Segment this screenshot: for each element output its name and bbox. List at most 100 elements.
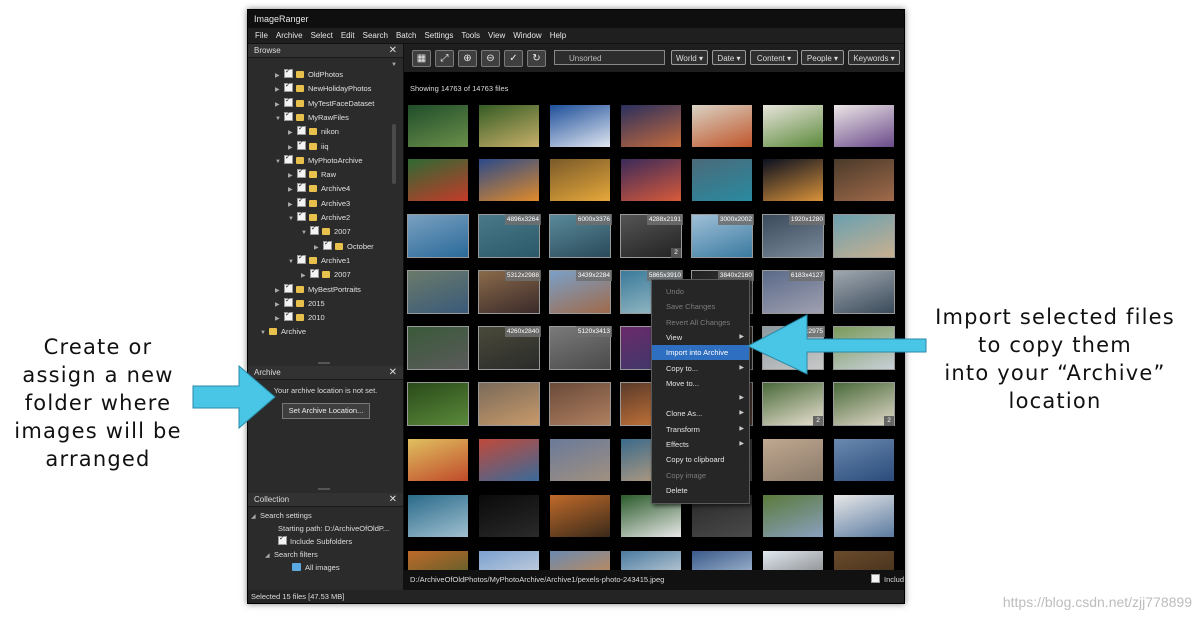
context-menu-item[interactable]: View ▶ xyxy=(652,330,749,345)
grid-view-icon[interactable]: ▦ xyxy=(412,50,431,67)
context-menu-item[interactable]: Move to... xyxy=(652,376,749,391)
checkbox[interactable] xyxy=(871,574,880,583)
refresh-icon[interactable]: ↻ xyxy=(527,50,546,67)
tree-folder-item[interactable]: ▼ Archive xyxy=(260,325,306,339)
tree-folder-item[interactable]: ▼ MyRawFiles xyxy=(275,110,349,126)
thumbnail[interactable]: 6000x3376 xyxy=(546,210,616,262)
thumbnail[interactable] xyxy=(759,434,829,486)
checkbox[interactable] xyxy=(297,139,306,150)
checkbox[interactable] xyxy=(297,181,306,193)
scroll-up-icon[interactable]: ▼ xyxy=(391,62,397,68)
thumbnail[interactable] xyxy=(830,266,900,318)
expand-icon[interactable]: ▶ xyxy=(288,126,297,140)
tree-folder-item[interactable]: ▶ 2007 xyxy=(301,267,351,283)
filter-people-button[interactable]: People ▾ xyxy=(801,50,844,65)
expand-icon[interactable]: ◢ xyxy=(265,550,274,562)
close-icon[interactable]: ✕ xyxy=(389,366,397,380)
include-subfolders-option[interactable]: Include Subfolders xyxy=(278,534,352,548)
thumbnail[interactable] xyxy=(404,434,474,486)
thumbnail[interactable] xyxy=(475,100,545,152)
thumbnail[interactable] xyxy=(759,100,829,152)
tree-folder-item[interactable]: ▶ Archive4 xyxy=(288,181,350,196)
expand-icon[interactable]: ▶ xyxy=(275,98,284,112)
thumbnail[interactable] xyxy=(830,210,900,262)
menu-archive[interactable]: Archive xyxy=(272,28,307,43)
search-filters-node[interactable]: ◢ Search filters xyxy=(265,549,318,562)
tree-folder-item[interactable]: ▶ NewHolidayPhotos xyxy=(275,81,371,96)
expand-icon[interactable]: ▶ xyxy=(275,298,284,312)
thumbnail[interactable] xyxy=(546,154,616,206)
checkbox[interactable] xyxy=(297,124,306,136)
checkbox[interactable] xyxy=(323,239,332,250)
context-menu-item[interactable]: Copy to clipboard xyxy=(652,452,749,467)
thumbnail[interactable] xyxy=(688,100,758,152)
sort-select[interactable]: Unsorted xyxy=(554,50,665,65)
collapse-icon[interactable]: ▼ xyxy=(275,112,284,126)
tree-scrollbar[interactable] xyxy=(392,124,396,184)
menu-settings[interactable]: Settings xyxy=(420,28,457,43)
zoom-out-icon[interactable]: ⊖ xyxy=(481,50,500,67)
filter-content-button[interactable]: Content ▾ xyxy=(750,50,798,65)
thumbnail[interactable] xyxy=(830,490,900,542)
checkbox[interactable] xyxy=(284,153,293,164)
tree-folder-item[interactable]: ▼ MyPhotoArchive xyxy=(275,153,363,168)
expand-icon[interactable]: ▶ xyxy=(275,284,284,298)
close-icon[interactable]: ✕ xyxy=(389,44,397,58)
checkbox[interactable] xyxy=(284,282,293,293)
filter-date-button[interactable]: Date ▾ xyxy=(712,50,746,65)
expand-icon[interactable]: ▶ xyxy=(301,269,310,283)
thumbnail[interactable]: 3000x2002 xyxy=(688,210,758,262)
tree-folder-item[interactable]: ▶iiq xyxy=(288,139,329,154)
thumbnail[interactable]: 4288x2191 2 xyxy=(617,210,687,262)
close-icon[interactable]: ✕ xyxy=(389,493,397,507)
context-menu-item[interactable]: Transform ▶ xyxy=(652,422,749,437)
checkbox[interactable] xyxy=(278,534,287,545)
tree-folder-item[interactable]: ▶ nikon xyxy=(288,124,339,140)
thumbnail[interactable] xyxy=(404,154,474,206)
include-toggle[interactable]: Include xyxy=(871,570,904,590)
checkbox[interactable] xyxy=(284,310,293,322)
checkbox[interactable] xyxy=(297,167,306,179)
thumbnail[interactable]: 5312x2988 xyxy=(475,266,545,318)
thumbnail[interactable] xyxy=(404,210,474,262)
thumbnail[interactable]: 2 xyxy=(830,378,900,430)
menu-edit[interactable]: Edit xyxy=(337,28,359,43)
panel-splitter[interactable] xyxy=(318,488,330,490)
tree-folder-item[interactable]: ▶ Archive3 xyxy=(288,196,350,211)
menu-view[interactable]: View xyxy=(484,28,509,43)
checkbox[interactable] xyxy=(297,210,306,221)
tree-folder-item[interactable]: ▶ MyBestPortraits xyxy=(275,282,361,298)
menu-batch[interactable]: Batch xyxy=(392,28,420,43)
context-menu-item[interactable]: Copy to... ▶ xyxy=(652,361,749,376)
thumbnail[interactable] xyxy=(546,100,616,152)
collapse-icon[interactable]: ▼ xyxy=(288,255,297,269)
context-menu-item[interactable]: Clone As... ▶ xyxy=(652,406,749,421)
checkbox[interactable] xyxy=(310,267,319,279)
checkbox[interactable] xyxy=(297,253,306,264)
thumbnail[interactable]: 6183x4127 xyxy=(759,266,829,318)
thumbnail[interactable]: 5120x3413 xyxy=(546,322,616,374)
fit-icon[interactable]: ⤢ xyxy=(435,50,454,67)
tree-folder-item[interactable]: ▼ Archive1 xyxy=(288,253,350,269)
search-settings-node[interactable]: ◢ Search settings xyxy=(251,510,312,523)
thumbnail[interactable] xyxy=(404,100,474,152)
checkbox[interactable] xyxy=(284,96,293,107)
thumbnail[interactable] xyxy=(404,378,474,430)
thumbnail[interactable] xyxy=(475,378,545,430)
all-images-filter[interactable]: All images xyxy=(292,562,340,574)
checkbox[interactable] xyxy=(297,196,306,207)
checkbox[interactable] xyxy=(284,110,293,121)
context-menu-item[interactable]: Effects ▶ xyxy=(652,437,749,452)
tree-folder-item[interactable]: ▶ MyTestFaceDataset xyxy=(275,96,374,112)
menu-select[interactable]: Select xyxy=(307,28,337,43)
tree-folder-item[interactable]: ▶ OldPhotos xyxy=(275,67,343,82)
thumbnail[interactable] xyxy=(830,154,900,206)
menu-help[interactable]: Help xyxy=(546,28,570,43)
thumbnail[interactable] xyxy=(759,490,829,542)
thumbnail[interactable] xyxy=(546,378,616,430)
thumbnail[interactable] xyxy=(475,154,545,206)
thumbnail[interactable]: 3439x2284 xyxy=(546,266,616,318)
collapse-icon[interactable]: ▼ xyxy=(288,212,297,226)
thumbnail[interactable]: 2 xyxy=(759,378,829,430)
thumbnail[interactable] xyxy=(404,322,474,374)
